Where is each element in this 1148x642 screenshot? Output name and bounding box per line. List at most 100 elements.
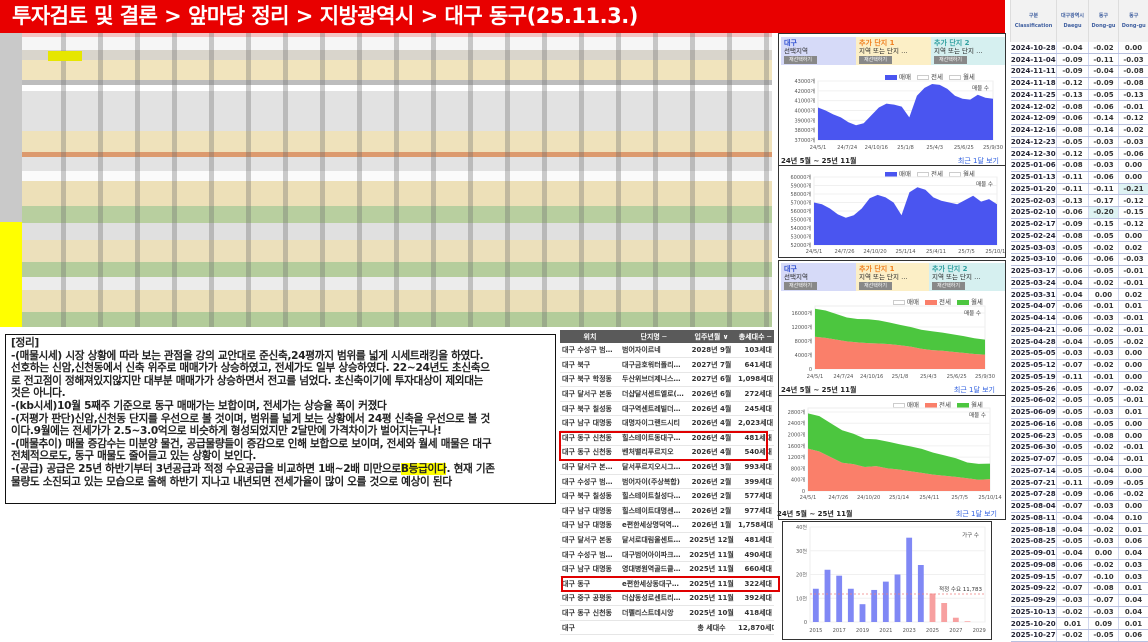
change-cell: -0.08 bbox=[1057, 418, 1089, 430]
move-in-date-cell: 2026년 4월 bbox=[687, 416, 736, 431]
change-cell: -0.01 bbox=[1119, 265, 1148, 277]
change-cell: -0.07 bbox=[1057, 571, 1089, 583]
table-row[interactable]: 대구 달서구 본동달서로대림울센트…2025년 12월481세대 bbox=[560, 533, 774, 548]
x-tick-label: 24/10/16 bbox=[865, 145, 888, 151]
region-selector-daegu[interactable]: 대구선택지역재선택하기 bbox=[781, 263, 856, 291]
kb-table-row: 2025-04-28-0.04-0.05-0.02 bbox=[1011, 336, 1148, 348]
household-count-cell: 418세대 bbox=[736, 606, 774, 621]
kb-table-row: 2025-01-13-0.11-0.060.00 bbox=[1011, 171, 1148, 183]
reselect-button[interactable]: 재선택하기 bbox=[784, 282, 817, 290]
table-row[interactable]: 대구 남구 대명동영대병원역골드클…2025년 11월660세대 bbox=[560, 562, 774, 577]
date-cell: 2025-05-05 bbox=[1011, 348, 1057, 360]
kb-table-row: 2025-06-30-0.05-0.02-0.01 bbox=[1011, 442, 1148, 454]
table-row[interactable]: 대구 남구 대명동힐스테이트대명센…2026년 2월977세대 bbox=[560, 504, 774, 519]
kb-column-header[interactable]: 구분Classification bbox=[1011, 0, 1057, 42]
table-row[interactable]: 대구 달서구 본동더샵달서센트엘로(…2026년 6월272세대 bbox=[560, 387, 774, 402]
complex-name-cell: 달서푸르지오시그… bbox=[620, 460, 687, 475]
total-row[interactable]: 대구총 세대수12,870세대 bbox=[560, 620, 774, 635]
selector-sub: 선택지역 bbox=[784, 47, 808, 55]
change-cell: -0.01 bbox=[1119, 453, 1148, 465]
move-in-date-cell: 2026년 2월 bbox=[687, 504, 736, 519]
table-row[interactable]: 대구 중구 공평동더샵동성로센트리…2025년 11월392세대 bbox=[560, 591, 774, 606]
region-selector-extra-2[interactable]: 추가 단지 2지역 또는 단지 …재선택하기 bbox=[931, 37, 1005, 65]
table-row[interactable]: 대구 북구대구금호워터폴리…2027년 7월641세대 bbox=[560, 358, 774, 373]
move-in-date-cell: 2027년 7월 bbox=[687, 358, 736, 373]
y-tick-label: 1600개 bbox=[788, 443, 806, 450]
change-cell: 0.01 bbox=[1119, 583, 1148, 595]
reselect-button[interactable]: 재선택하기 bbox=[859, 56, 892, 64]
table-row[interactable]: 대구 북구 학정동두산위브더제니스…2027년 6월1,098세대 bbox=[560, 372, 774, 387]
chart-daegu-sale-listings: 37000개38000개39000개40000개41000개42000개4300… bbox=[778, 76, 1005, 154]
kb-table-row: 2025-07-21-0.11-0.09-0.05 bbox=[1011, 477, 1148, 489]
reselect-button[interactable]: 재선택하기 bbox=[784, 56, 817, 64]
change-cell: 0.00 bbox=[1119, 500, 1148, 512]
change-cell: -0.13 bbox=[1119, 89, 1148, 101]
x-tick-label: 24/7/24 bbox=[833, 374, 854, 380]
table-row[interactable]: 대구 동구 신천동더펠리스트데시앙2025년 10월418세대 bbox=[560, 606, 774, 621]
column-header-move-in[interactable]: 입주년월 ∨ bbox=[687, 330, 736, 343]
header-ko: 동구 bbox=[1089, 11, 1118, 21]
table-row[interactable]: 대구 수성구 범…대구범어아이파크…2025년 11월490세대 bbox=[560, 547, 774, 562]
change-cell: -0.04 bbox=[1057, 289, 1089, 301]
change-cell: -0.08 bbox=[1057, 230, 1089, 242]
table-row[interactable]: 대구 북구 칠성동대구역센트레빌더…2026년 4월245세대 bbox=[560, 401, 774, 416]
change-cell: -0.02 bbox=[1119, 124, 1148, 136]
y-tick-label: 60000개 bbox=[790, 174, 811, 181]
x-tick-label: 2023 bbox=[903, 628, 916, 634]
location-cell: 대구 달서구 본동 bbox=[560, 387, 620, 402]
x-tick-label: 25/4/11 bbox=[919, 495, 939, 501]
region-selector-extra-2[interactable]: 추가 단지 2지역 또는 단지 …재선택하기 bbox=[929, 263, 1005, 291]
y-tick-label: 41000개 bbox=[794, 98, 815, 105]
table-row[interactable]: 대구 남구 대명동대명자이그랜드시티2026년 4월2,023세대 bbox=[560, 416, 774, 431]
change-cell: -0.03 bbox=[1089, 606, 1119, 618]
complex-name-cell bbox=[620, 620, 687, 635]
table-row[interactable]: 대구 달서구 본…달서푸르지오시그…2026년 3월993세대 bbox=[560, 460, 774, 475]
change-cell: -0.11 bbox=[1089, 54, 1119, 66]
change-cell: -0.09 bbox=[1057, 218, 1089, 230]
region-selector-extra-1[interactable]: 추가 단지 1지역 또는 단지 …재선택하기 bbox=[856, 263, 929, 291]
date-cell: 2025-05-19 bbox=[1011, 371, 1057, 383]
kb-table-row: 2025-06-09-0.05-0.030.01 bbox=[1011, 406, 1148, 418]
table-row[interactable]: 대구 남구 대명동e편한세상명덕역…2026년 1월1,758세대 bbox=[560, 518, 774, 533]
table-row[interactable]: 대구 수성구 범…범어자이(주상복합)2026년 2월399세대 bbox=[560, 474, 774, 489]
change-cell: -0.02 bbox=[1089, 359, 1119, 371]
change-cell: -0.08 bbox=[1089, 583, 1119, 595]
x-tick-label: 2029 bbox=[973, 628, 986, 634]
y-tick-label: 57000개 bbox=[790, 200, 811, 207]
column-header-households[interactable]: 총세대수 ─ bbox=[736, 330, 774, 343]
change-cell: -0.11 bbox=[1057, 477, 1089, 489]
location-cell: 대구 수성구 범… bbox=[560, 474, 620, 489]
reselect-button[interactable]: 재선택하기 bbox=[859, 282, 892, 290]
reselect-button[interactable]: 재선택하기 bbox=[932, 282, 965, 290]
region-selector-extra-1[interactable]: 추가 단지 1지역 또는 단지 …재선택하기 bbox=[856, 37, 931, 65]
kb-column-header[interactable]: 대구광역시Daegu bbox=[1057, 0, 1089, 42]
change-cell: -0.09 bbox=[1057, 54, 1089, 66]
x-tick-label: 25/10/14 bbox=[985, 249, 1005, 255]
kb-table-row: 2025-03-17-0.06-0.05-0.01 bbox=[1011, 265, 1148, 277]
kb-column-header[interactable]: 동구Dong-gu bbox=[1089, 0, 1119, 42]
kb-table-row: 2025-04-14-0.06-0.03-0.01 bbox=[1011, 312, 1148, 324]
reselect-button[interactable]: 재선택하기 bbox=[934, 56, 967, 64]
move-in-date-cell: 2025년 11월 bbox=[687, 562, 736, 577]
change-cell: -0.11 bbox=[1089, 183, 1119, 195]
date-cell: 2025-01-20 bbox=[1011, 183, 1057, 195]
kb-column-header[interactable]: 동구Dong-gu bbox=[1119, 0, 1148, 42]
change-cell: -0.05 bbox=[1089, 230, 1119, 242]
y-tick-label: 30천 bbox=[796, 548, 807, 555]
date-cell: 2025-10-27 bbox=[1011, 630, 1057, 642]
change-cell: -0.06 bbox=[1089, 489, 1119, 501]
date-cell: 2025-09-22 bbox=[1011, 583, 1057, 595]
column-header-location[interactable]: 위치 bbox=[560, 330, 620, 343]
area-series-매매 bbox=[818, 84, 993, 140]
column-header-complex[interactable]: 단지명 ─ bbox=[620, 330, 687, 343]
y-tick-label: 1200개 bbox=[788, 454, 806, 461]
recent-month-link[interactable]: 최근 1달 보기 bbox=[956, 509, 997, 519]
table-row[interactable]: 대구 북구 칠성동힐스테이트칠성다…2026년 2월577세대 bbox=[560, 489, 774, 504]
kb-table-row: 2025-08-11-0.04-0.040.10 bbox=[1011, 512, 1148, 524]
recent-month-link[interactable]: 최근 1달 보기 bbox=[954, 385, 995, 395]
move-in-date-cell: 2026년 3월 bbox=[687, 460, 736, 475]
change-cell: -0.01 bbox=[1119, 101, 1148, 113]
table-row[interactable]: 대구 수성구 범…범어자이르네2028년 9월103세대 bbox=[560, 343, 774, 358]
location-cell: 대구 달서구 본동 bbox=[560, 533, 620, 548]
region-selector-daegu[interactable]: 대구선택지역재선택하기 bbox=[781, 37, 856, 65]
